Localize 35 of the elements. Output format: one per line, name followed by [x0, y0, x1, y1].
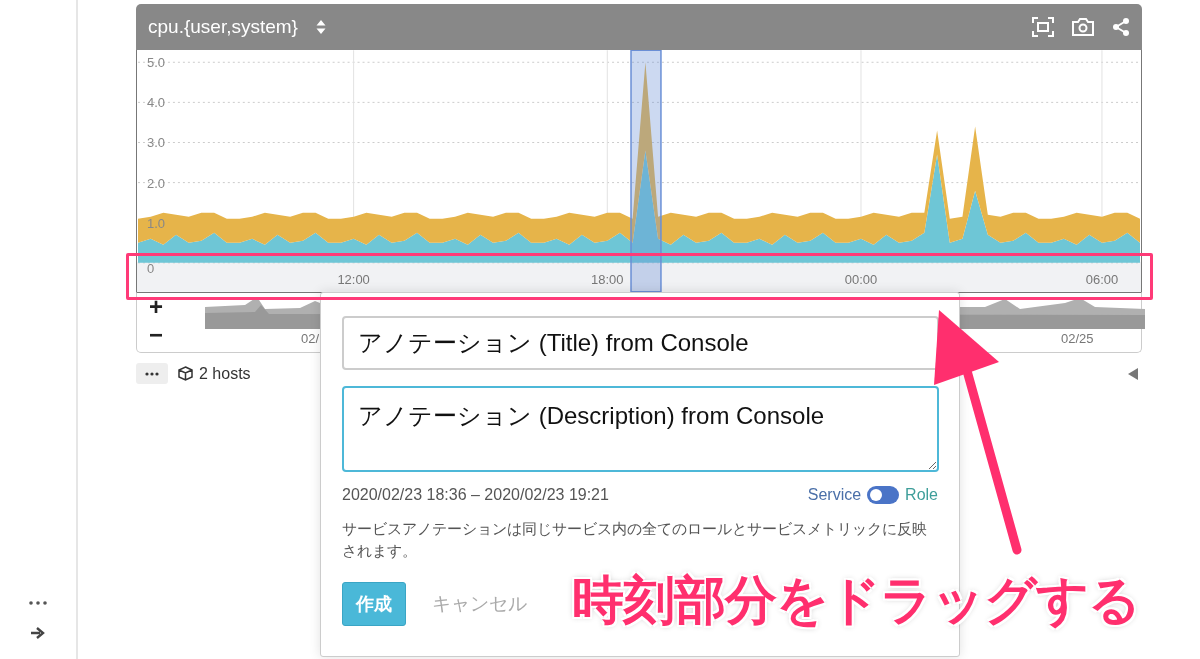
help-text: サービスアノテーションは同じサービス内の全てのロールとサービスメトリックに反映されます。 — [342, 520, 928, 561]
fullscreen-icon[interactable] — [1032, 17, 1054, 37]
y-tick-label: 0 — [147, 260, 155, 276]
more-icon — [145, 371, 159, 376]
scope-toggle[interactable] — [867, 486, 900, 504]
date-label: 02/ — [301, 331, 320, 346]
zoom-out-button[interactable]: − — [147, 321, 165, 349]
x-tick-label: 18:00 — [591, 271, 624, 287]
date-label: 02/25 — [1061, 331, 1094, 346]
toggle-label[interactable]: Service — [807, 486, 862, 504]
camera-icon[interactable] — [1072, 18, 1094, 36]
time-range: 2020/02/23 18:36 – 2020/02/23 19:21 — [342, 486, 609, 504]
collapse-left-icon[interactable] — [1128, 367, 1138, 380]
hosts-count[interactable]: 2 hosts — [199, 364, 251, 383]
x-tick-label: 12:00 — [337, 271, 370, 287]
x-tick-label: 06:00 — [1085, 271, 1119, 287]
more-icon[interactable] — [29, 601, 47, 605]
selected-range[interactable] — [630, 50, 662, 292]
x-axis-band[interactable] — [137, 261, 1141, 292]
arrow-right-icon[interactable] — [31, 627, 45, 639]
cube-icon — [178, 366, 193, 381]
x-tick-label: 00:00 — [844, 271, 878, 287]
metric-title[interactable]: cpu.{user,system} — [148, 16, 298, 38]
zoom-in-button[interactable]: + — [147, 293, 165, 321]
sort-icon[interactable] — [315, 20, 326, 34]
y-tick-label: 5.0 — [147, 55, 165, 71]
y-tick-label: 3.0 — [147, 135, 165, 151]
y-tick-label: 1.0 — [147, 215, 165, 231]
title-field[interactable]: アノテーション (Title) from Console — [342, 316, 939, 370]
y-tick-label: 2.0 — [147, 175, 165, 191]
description-field[interactable]: アノテーション (Description) from Console — [342, 386, 939, 472]
share-icon[interactable] — [1112, 18, 1130, 36]
y-tick-label: 4.0 — [147, 95, 165, 111]
more-button[interactable] — [136, 363, 168, 384]
callout-text: 時刻部分をドラッグする — [572, 570, 1140, 631]
